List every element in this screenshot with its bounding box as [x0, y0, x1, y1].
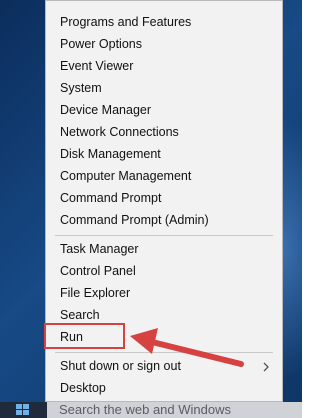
menu-item-command-prompt[interactable]: Command Prompt [60, 187, 280, 209]
menu-item-task-manager[interactable]: Task Manager [60, 238, 280, 260]
menu-item-power-options[interactable]: Power Options [60, 33, 280, 55]
arrow-icon [130, 328, 244, 367]
menu-item-device-manager[interactable]: Device Manager [60, 99, 280, 121]
chevron-right-icon [263, 362, 269, 372]
menu-item-programs-and-features[interactable]: Programs and Features [60, 11, 280, 33]
menu-separator [55, 235, 273, 236]
run-highlight-box [44, 323, 125, 349]
menu-item-file-explorer[interactable]: File Explorer [60, 282, 280, 304]
menu-item-event-viewer[interactable]: Event Viewer [60, 55, 280, 77]
windows-logo-icon [16, 404, 29, 415]
menu-item-network-connections[interactable]: Network Connections [60, 121, 280, 143]
menu-item-desktop[interactable]: Desktop [60, 377, 280, 399]
desktop-background: Programs and Features Power Options Even… [0, 0, 302, 418]
menu-item-computer-management[interactable]: Computer Management [60, 165, 280, 187]
taskbar: Search the web and Windows [0, 402, 302, 418]
menu-item-system[interactable]: System [60, 77, 280, 99]
menu-item-disk-management[interactable]: Disk Management [60, 143, 280, 165]
taskbar-search-input[interactable]: Search the web and Windows [47, 402, 302, 418]
start-button[interactable] [0, 402, 45, 418]
menu-item-control-panel[interactable]: Control Panel [60, 260, 280, 282]
menu-item-command-prompt-admin[interactable]: Command Prompt (Admin) [60, 209, 280, 231]
